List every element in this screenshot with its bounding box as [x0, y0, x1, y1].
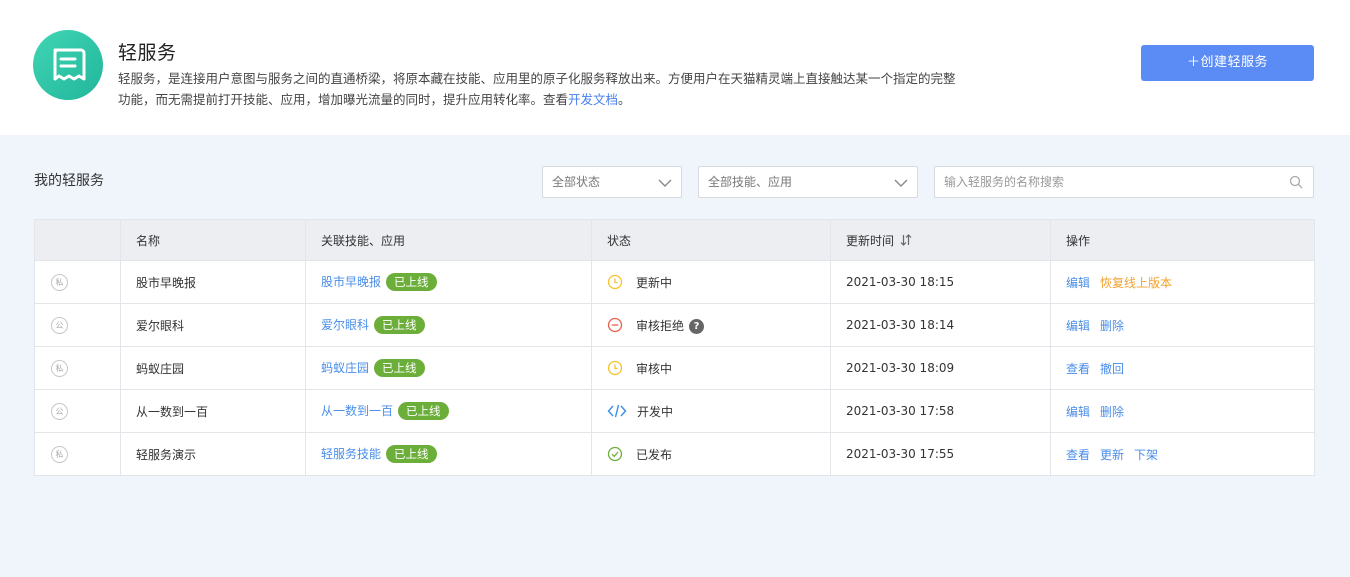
column-header-actions: 操作 — [1050, 219, 1315, 261]
delete-button[interactable]: 删除 — [1100, 405, 1124, 419]
logo — [33, 30, 103, 100]
update-button[interactable]: 更新 — [1100, 448, 1124, 462]
table-header-row: 名称 关联技能、应用 状态 更新时间 操作 — [34, 219, 1315, 261]
withdraw-button[interactable]: 撤回 — [1100, 362, 1124, 376]
column-header-time-label: 更新时间 — [846, 233, 895, 248]
restore-online-version-button[interactable]: 恢复线上版本 — [1100, 276, 1172, 290]
column-header-status: 状态 — [591, 219, 831, 261]
edit-button[interactable]: 编辑 — [1066, 319, 1090, 333]
visibility-public-icon: 公 — [51, 402, 68, 420]
status-badge: 已上线 — [398, 402, 449, 421]
view-button[interactable]: 查看 — [1066, 362, 1090, 376]
clock-icon — [607, 360, 623, 376]
status-text: 审核中 — [636, 361, 673, 376]
table-row: 私 股市早晚报 股市早晚报 已上线 更新中 2021-03-30 18:15 编辑… — [34, 260, 1315, 304]
table-row: 私 轻服务演示 轻服务技能 已上线 已发布 2021-03-30 17:55 查看… — [34, 432, 1315, 476]
status-filter-value: 全部状态 — [552, 175, 601, 189]
sort-icon[interactable] — [900, 234, 912, 246]
update-time: 2021-03-30 18:14 — [830, 303, 1051, 347]
page-title: 轻服务 — [118, 42, 177, 64]
view-button[interactable]: 查看 — [1066, 448, 1090, 462]
status-badge: 已上线 — [374, 359, 425, 378]
status-text: 已发布 — [636, 447, 673, 462]
chevron-down-icon — [894, 179, 908, 187]
status-text: 开发中 — [637, 404, 674, 419]
service-name: 轻服务演示 — [120, 432, 306, 476]
check-circle-icon — [607, 446, 623, 462]
skill-filter-value: 全部技能、应用 — [708, 175, 793, 189]
help-icon[interactable]: ? — [689, 318, 705, 334]
status-badge: 已上线 — [386, 445, 437, 464]
update-time: 2021-03-30 18:15 — [830, 260, 1051, 304]
reject-icon — [607, 317, 623, 333]
update-time: 2021-03-30 18:09 — [830, 346, 1051, 390]
visibility-public-icon: 公 — [51, 316, 68, 334]
code-icon — [607, 404, 627, 418]
dev-docs-link[interactable]: 开发文档 — [568, 92, 618, 107]
description-end: 。 — [618, 92, 631, 107]
page-description: 轻服务，是连接用户意图与服务之间的直通桥梁，将原本藏在技能、应用里的原子化服务释… — [118, 68, 958, 110]
visibility-private-icon: 私 — [51, 273, 68, 291]
status-text: 更新中 — [636, 275, 673, 290]
create-service-button[interactable]: ＋创建轻服务 — [1141, 45, 1314, 81]
service-name: 爱尔眼科 — [120, 303, 306, 347]
clock-icon — [607, 274, 623, 290]
skill-link[interactable]: 从一数到一百 — [321, 404, 393, 418]
service-name: 股市早晚报 — [120, 260, 306, 304]
column-header-skill: 关联技能、应用 — [305, 219, 592, 261]
search-input[interactable] — [935, 167, 1275, 197]
status-badge: 已上线 — [374, 316, 425, 335]
description-text: 轻服务，是连接用户意图与服务之间的直通桥梁，将原本藏在技能、应用里的原子化服务释… — [118, 71, 956, 107]
section-title: 我的轻服务 — [34, 173, 104, 189]
update-time: 2021-03-30 17:58 — [830, 389, 1051, 433]
services-table: 名称 关联技能、应用 状态 更新时间 操作 私 股市早晚报 股市早晚报 已上线 更… — [34, 219, 1315, 476]
skill-link[interactable]: 爱尔眼科 — [321, 318, 369, 332]
chevron-down-icon — [658, 179, 672, 187]
status-filter-select[interactable]: 全部状态 — [542, 166, 682, 198]
service-name: 从一数到一百 — [120, 389, 306, 433]
status-badge: 已上线 — [386, 273, 437, 292]
status-text: 审核拒绝 — [636, 318, 685, 333]
table-row: 公 从一数到一百 从一数到一百 已上线 开发中 2021-03-30 17:58 … — [34, 389, 1315, 433]
table-row: 私 蚂蚁庄园 蚂蚁庄园 已上线 审核中 2021-03-30 18:09 查看 撤回 — [34, 346, 1315, 390]
column-header-name: 名称 — [120, 219, 306, 261]
delete-button[interactable]: 删除 — [1100, 319, 1124, 333]
skill-link[interactable]: 轻服务技能 — [321, 447, 381, 461]
visibility-private-icon: 私 — [51, 445, 68, 463]
skill-filter-select[interactable]: 全部技能、应用 — [698, 166, 918, 198]
visibility-private-icon: 私 — [51, 359, 68, 377]
column-header-visibility — [34, 219, 121, 261]
page-header: 轻服务 轻服务，是连接用户意图与服务之间的直通桥梁，将原本藏在技能、应用里的原子… — [0, 0, 1350, 135]
skill-link[interactable]: 蚂蚁庄园 — [321, 361, 369, 375]
table-row: 公 爱尔眼科 爱尔眼科 已上线 审核拒绝? 2021-03-30 18:14 编辑… — [34, 303, 1315, 347]
edit-button[interactable]: 编辑 — [1066, 276, 1090, 290]
column-header-time[interactable]: 更新时间 — [830, 219, 1051, 261]
service-name: 蚂蚁庄园 — [120, 346, 306, 390]
edit-button[interactable]: 编辑 — [1066, 405, 1090, 419]
update-time: 2021-03-30 17:55 — [830, 432, 1051, 476]
skill-link[interactable]: 股市早晚报 — [321, 275, 381, 289]
take-down-button[interactable]: 下架 — [1134, 448, 1158, 462]
search-box — [934, 166, 1314, 198]
list-document-icon — [53, 48, 86, 81]
search-icon[interactable] — [1289, 175, 1303, 189]
